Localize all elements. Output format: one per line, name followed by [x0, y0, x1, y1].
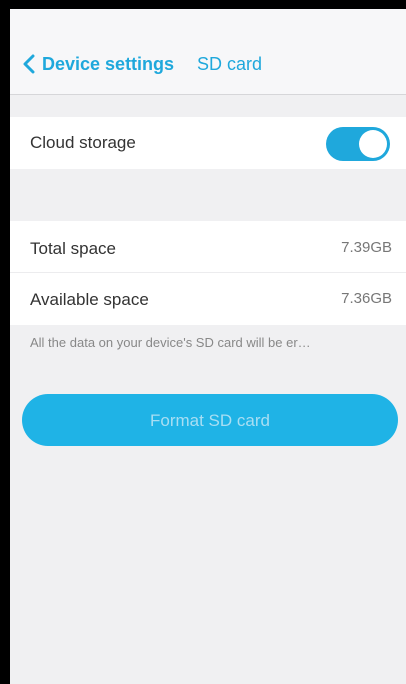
back-button[interactable]: Device settings: [22, 49, 174, 79]
back-button-label: Device settings: [42, 53, 175, 74]
format-warning-text: All the data on your device's SD card wi…: [30, 335, 311, 350]
available-space-label: Available space: [30, 290, 149, 309]
sd-card-screen: Device settings SD card Cloud storage To…: [10, 9, 406, 684]
page-title: SD card: [197, 54, 263, 74]
total-space-label: Total space: [30, 239, 116, 258]
available-space-row: Available space 7.36GB: [10, 273, 406, 325]
total-space-value: 7.39GB: [341, 239, 392, 256]
cloud-storage-toggle[interactable]: [326, 127, 390, 161]
navigation-bar: Device settings SD card: [10, 9, 406, 95]
cloud-storage-row: Cloud storage: [10, 117, 406, 169]
chevron-left-icon: [22, 54, 36, 74]
format-sd-card-button[interactable]: Format SD card: [22, 394, 398, 446]
toggle-knob: [359, 130, 387, 158]
total-space-row: Total space 7.39GB: [10, 221, 406, 273]
cloud-storage-label: Cloud storage: [30, 133, 136, 152]
available-space-value: 7.36GB: [341, 290, 392, 307]
